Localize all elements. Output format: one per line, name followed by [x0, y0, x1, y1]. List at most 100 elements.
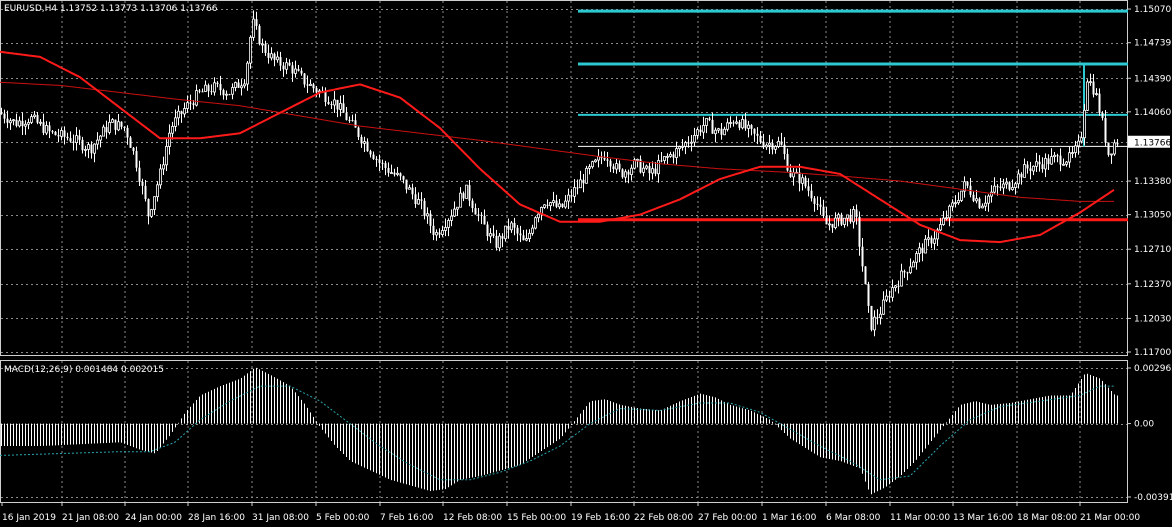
candle-body-bull	[837, 214, 840, 219]
candle-body-bear	[300, 70, 303, 74]
price-tick-label: 1.12030	[1134, 314, 1171, 324]
candle-body-bull	[249, 36, 252, 64]
candle-body-bear	[780, 141, 783, 145]
candle-body-bull	[177, 110, 180, 119]
candle-body-bull	[768, 142, 771, 146]
candle-body-bull	[990, 191, 993, 197]
candle-body-bull	[543, 204, 546, 208]
candle-body-bull	[579, 179, 582, 189]
candle-body-bull	[27, 122, 30, 125]
candle-body-bear	[201, 91, 204, 93]
candle-body-bull	[426, 213, 429, 217]
candle-body-bear	[813, 198, 816, 204]
candle-body-bear	[1020, 173, 1023, 178]
candle-body-bear	[138, 167, 141, 182]
last-price-tag: 1.13766	[1128, 135, 1171, 148]
candle-body-bear	[438, 232, 441, 235]
candle-body-bull	[276, 56, 279, 61]
candle-body-bear	[477, 214, 480, 216]
candle-body-bear	[114, 119, 117, 130]
candle-body-bear	[1038, 161, 1041, 165]
candle-body-bull	[993, 185, 996, 193]
candle-body-bear	[561, 203, 564, 208]
candle-body-bear	[831, 223, 834, 228]
candle-body-bull	[852, 209, 855, 223]
candle-body-bear	[492, 233, 495, 237]
candle-body-bull	[573, 187, 576, 197]
candle-body-bull	[729, 122, 732, 124]
candle-body-bull	[510, 222, 513, 231]
candle-body-bull	[942, 217, 945, 225]
candle-body-bear	[63, 130, 66, 137]
candle-body-bull	[339, 103, 342, 110]
candle-body-bull	[558, 203, 561, 208]
candle-body-bull	[624, 171, 627, 178]
candle-body-bull	[1110, 153, 1113, 156]
candle-body-bull	[417, 199, 420, 205]
candle-body-bear	[522, 235, 525, 241]
candle-body-bear	[849, 214, 852, 222]
candle-body-bull	[1113, 142, 1116, 155]
candle-body-bear	[258, 25, 261, 45]
candle-body-bull	[183, 108, 186, 115]
candle-body-bear	[405, 179, 408, 190]
candle-body-bear	[342, 103, 345, 113]
candle-body-bear	[999, 186, 1002, 188]
candle-body-bull	[252, 18, 255, 38]
candle-body-bear	[996, 186, 999, 188]
candle-body-bull	[87, 144, 90, 150]
time-tick-label: 7 Feb 16:00	[380, 513, 434, 523]
candle-body-bear	[81, 139, 84, 151]
candle-body-bear	[906, 272, 909, 274]
candle-body-bull	[894, 285, 897, 289]
candle-body-bull	[444, 227, 447, 231]
candle-body-bull	[657, 160, 660, 175]
candle-body-bear	[876, 317, 879, 319]
candle-body-bull	[243, 83, 246, 87]
trading-chart[interactable]: EURUSD,H4 1.13752 1.13773 1.13706 1.1376…	[0, 0, 1172, 527]
candle-body-bull	[741, 119, 744, 129]
candle-body-bear	[399, 173, 402, 177]
candle-body-bear	[15, 119, 18, 126]
candle-body-bear	[381, 162, 384, 164]
candle-body-bull	[669, 154, 672, 157]
candle-body-bull	[525, 238, 528, 241]
candle-body-bear	[582, 179, 585, 184]
candle-body-bull	[585, 167, 588, 184]
candle-body-bear	[432, 225, 435, 235]
candle-body-bull	[666, 155, 669, 158]
candle-body-bear	[78, 135, 81, 140]
candle-body-bull	[885, 295, 888, 301]
candle-body-bull	[504, 225, 507, 240]
candle-body-bull	[960, 190, 963, 201]
candle-body-bear	[732, 122, 735, 124]
candle-body-bear	[414, 194, 417, 204]
candle-body-bear	[672, 154, 675, 158]
candle-body-bull	[927, 237, 930, 240]
candle-body-bear	[750, 125, 753, 129]
candle-body-bull	[1086, 81, 1089, 111]
candle-body-bull	[465, 184, 468, 199]
candle-body-bear	[972, 194, 975, 201]
candle-body-bear	[255, 19, 258, 26]
symbol-info: EURUSD,H4 1.13752 1.13773 1.13706 1.1376…	[4, 4, 218, 14]
candle-body-bear	[867, 284, 870, 306]
candle-body-bull	[171, 126, 174, 134]
candle-body-bull	[117, 121, 120, 131]
candle-body-bear	[708, 118, 711, 120]
candle-body-bear	[384, 163, 387, 168]
candle-body-bull	[537, 213, 540, 219]
candle-body-bull	[153, 196, 156, 210]
candle-body-bull	[954, 202, 957, 205]
candle-body-bear	[135, 151, 138, 168]
candle-body-bull	[951, 202, 954, 207]
candle-body-bear	[282, 65, 285, 70]
candle-body-bull	[597, 156, 600, 161]
candle-body-bull	[645, 165, 648, 169]
time-tick-label: 1 Mar 16:00	[762, 513, 817, 523]
candle-body-bear	[789, 170, 792, 177]
candle-body-bear	[1056, 155, 1059, 157]
candle-body-bull	[213, 82, 216, 93]
time-tick-label: 12 Feb 08:00	[443, 513, 502, 523]
candle-body-bull	[846, 214, 849, 219]
